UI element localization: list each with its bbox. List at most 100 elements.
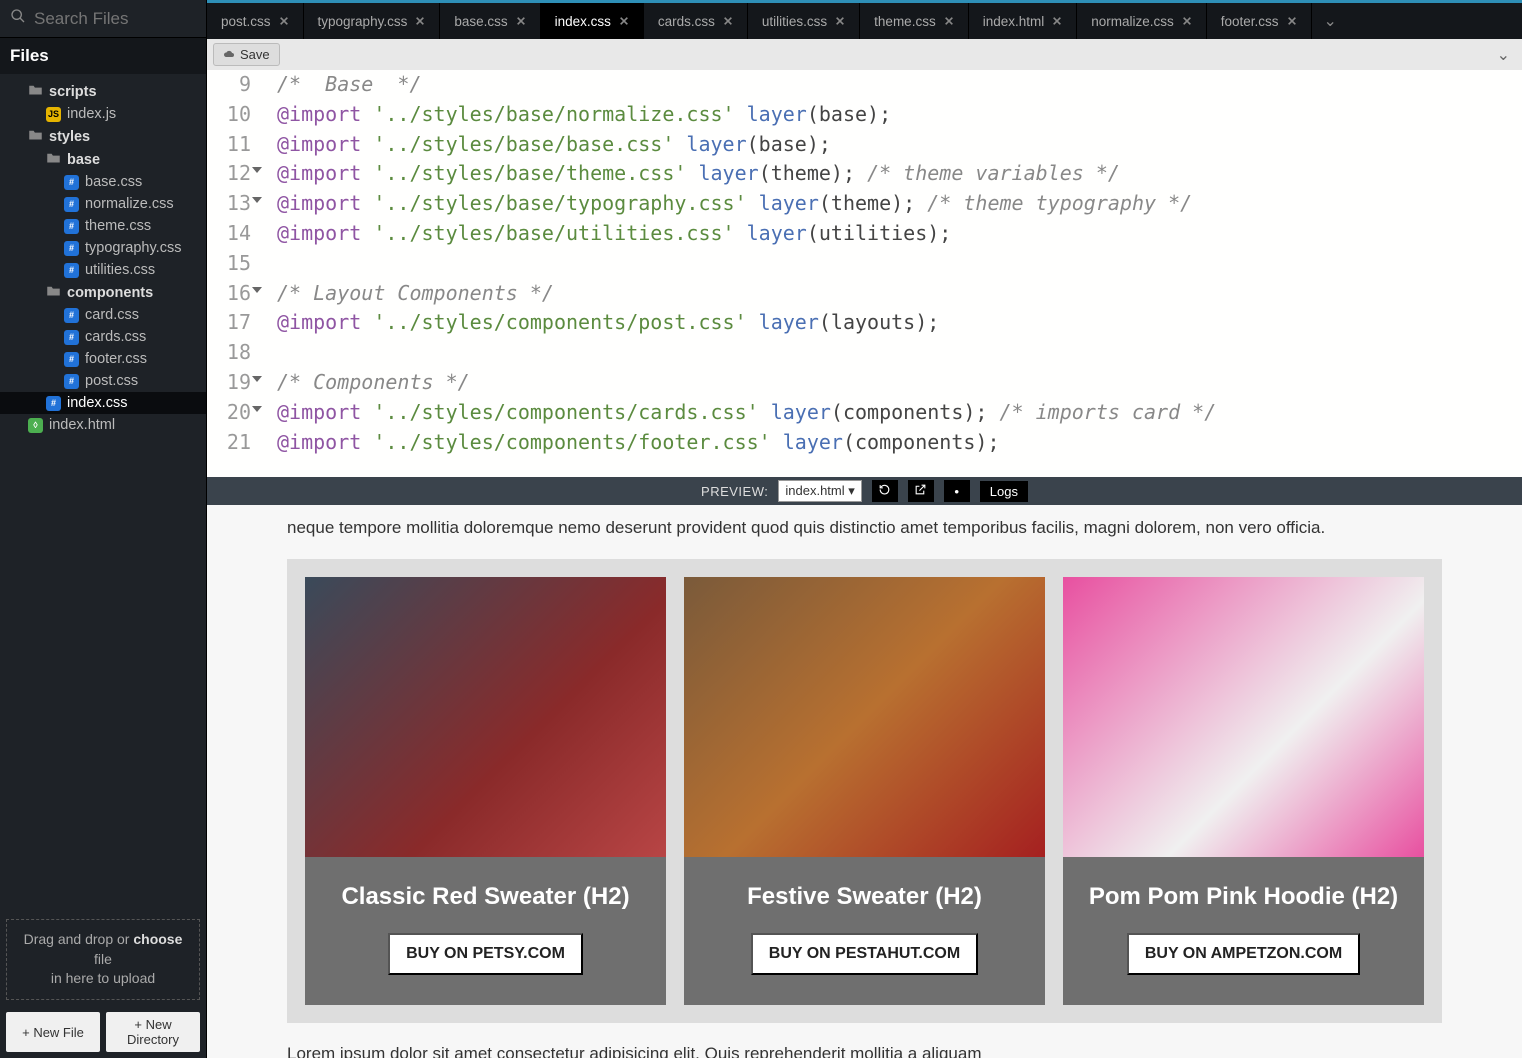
popout-button[interactable]: [908, 480, 934, 502]
line-number: 12: [207, 159, 251, 189]
code-line[interactable]: @import '../styles/base/base.css' layer(…: [277, 130, 1216, 160]
code-editor[interactable]: 9101112131415161718192021 /* Base */@imp…: [207, 70, 1522, 477]
file-item[interactable]: # typography.css: [0, 237, 206, 259]
fold-icon[interactable]: [252, 167, 262, 173]
code-line[interactable]: @import '../styles/components/post.css' …: [277, 308, 1216, 338]
product-card: Pom Pom Pink Hoodie (H2)BUY ON AMPETZON.…: [1063, 577, 1424, 1005]
tab-bar: post.csstypography.cssbase.css index.css c…: [207, 0, 1522, 39]
css-file-icon: #: [64, 241, 79, 256]
line-number: 11: [207, 130, 251, 160]
tree-item-label: scripts: [49, 84, 97, 100]
close-icon[interactable]: [723, 14, 733, 29]
buy-button[interactable]: BUY ON PESTAHUT.COM: [751, 933, 978, 975]
preview-file-select[interactable]: index.html: [778, 480, 861, 502]
tab-label: index.css: [555, 14, 611, 29]
file-tree: scripts JSindex.jsstylesbase#base.css#nor…: [0, 74, 206, 913]
file-item[interactable]: #index.css: [0, 392, 206, 414]
popout-icon: [914, 483, 927, 499]
fold-icon[interactable]: [252, 287, 262, 293]
code-line[interactable]: /* Layout Components */: [277, 279, 1216, 309]
drop-zone[interactable]: Drag and drop or choose file in here to …: [6, 919, 200, 1000]
code-content[interactable]: /* Base */@import '../styles/base/normal…: [257, 70, 1216, 457]
card-title: Classic Red Sweater (H2): [331, 857, 639, 933]
close-icon[interactable]: [619, 14, 629, 29]
editor-tab[interactable]: footer.css: [1207, 3, 1312, 39]
file-item[interactable]: ◊ index.html: [0, 414, 206, 436]
css-file-icon: #: [64, 263, 79, 278]
file-item[interactable]: #post.css: [0, 370, 206, 392]
file-item[interactable]: #cards.css: [0, 326, 206, 348]
close-icon[interactable]: [279, 14, 289, 29]
tab-overflow-icon[interactable]: ⌄: [1312, 3, 1349, 39]
code-line[interactable]: @import '../styles/components/cards.css'…: [277, 398, 1216, 428]
editor-tab[interactable]: post.css: [207, 3, 304, 39]
search-input[interactable]: [34, 9, 196, 29]
card-image: [684, 577, 1045, 857]
fold-icon[interactable]: [252, 197, 262, 203]
code-line[interactable]: [277, 338, 1216, 368]
code-line[interactable]: [277, 249, 1216, 279]
editor-tab[interactable]: base.css: [440, 3, 540, 39]
choose-link[interactable]: choose: [133, 931, 182, 947]
logs-button[interactable]: Logs: [980, 481, 1028, 502]
file-item[interactable]: #theme.css: [0, 215, 206, 237]
file-item[interactable]: #card.css: [0, 304, 206, 326]
code-line[interactable]: @import '../styles/components/footer.css…: [277, 428, 1216, 458]
folder-item[interactable]: styles: [0, 125, 206, 148]
line-number: 9: [207, 70, 251, 100]
file-item[interactable]: JSindex.js: [0, 103, 206, 125]
html-file-icon: ◊: [28, 418, 43, 433]
buy-button[interactable]: BUY ON PETSY.COM: [388, 933, 583, 975]
file-item[interactable]: #base.css: [0, 171, 206, 193]
reload-button[interactable]: [872, 480, 898, 502]
editor-tab[interactable]: utilities.css: [748, 3, 860, 39]
editor-tab[interactable]: normalize.css: [1077, 3, 1207, 39]
css-file-icon: #: [64, 330, 79, 345]
folder-item[interactable]: components: [0, 281, 206, 304]
folder-item[interactable]: scripts: [0, 80, 206, 103]
close-icon[interactable]: [944, 14, 954, 29]
code-line[interactable]: @import '../styles/base/utilities.css' l…: [277, 219, 1216, 249]
fold-icon[interactable]: [252, 406, 262, 412]
tree-item-label: utilities.css: [85, 262, 155, 278]
file-item[interactable]: #normalize.css: [0, 193, 206, 215]
editor-tab[interactable]: index.css: [541, 1, 644, 39]
editor-tab[interactable]: cards.css: [644, 3, 748, 39]
tree-item-label: post.css: [85, 373, 138, 389]
code-line[interactable]: @import '../styles/base/normalize.css' l…: [277, 100, 1216, 130]
new-file-button[interactable]: + New File: [6, 1012, 100, 1052]
new-directory-button[interactable]: + New Directory: [106, 1012, 200, 1052]
close-icon[interactable]: [1182, 14, 1192, 29]
code-line[interactable]: @import '../styles/base/typography.css' …: [277, 189, 1216, 219]
files-header: Files: [0, 38, 206, 74]
editor-tab[interactable]: theme.css: [860, 3, 969, 39]
save-button[interactable]: Save: [213, 43, 280, 66]
preview-toolbar: PREVIEW: index.html • Logs: [207, 477, 1522, 505]
sidebar: Files scripts JSindex.jsstylesbase#base.c…: [0, 0, 207, 1058]
code-line[interactable]: /* Base */: [277, 70, 1216, 100]
code-line[interactable]: @import '../styles/base/theme.css' layer…: [277, 159, 1216, 189]
code-line[interactable]: /* Components */: [277, 368, 1216, 398]
gutter: 9101112131415161718192021: [207, 70, 257, 457]
editor-tab[interactable]: typography.css: [304, 3, 441, 39]
css-file-icon: #: [64, 308, 79, 323]
tree-item-label: index.html: [49, 417, 115, 433]
record-button[interactable]: •: [944, 480, 970, 502]
editor-tab[interactable]: index.html: [969, 3, 1078, 39]
close-icon[interactable]: [516, 14, 526, 29]
line-number: 20: [207, 398, 251, 428]
fold-icon[interactable]: [252, 376, 262, 382]
buy-button[interactable]: BUY ON AMPETZON.COM: [1127, 933, 1360, 975]
preview-pane[interactable]: neque tempore mollitia doloremque nemo d…: [207, 505, 1522, 1058]
tree-item-label: typography.css: [85, 240, 181, 256]
close-icon[interactable]: [415, 14, 425, 29]
folder-item[interactable]: base: [0, 148, 206, 171]
file-item[interactable]: # utilities.css: [0, 259, 206, 281]
close-icon[interactable]: [1052, 14, 1062, 29]
close-icon[interactable]: [835, 14, 845, 29]
toolbar-overflow-icon[interactable]: ⌄: [1491, 45, 1516, 65]
file-item[interactable]: #footer.css: [0, 348, 206, 370]
close-icon[interactable]: [1287, 14, 1297, 29]
folder-icon: [28, 83, 43, 100]
dropzone-text: Drag and drop or: [24, 931, 134, 947]
